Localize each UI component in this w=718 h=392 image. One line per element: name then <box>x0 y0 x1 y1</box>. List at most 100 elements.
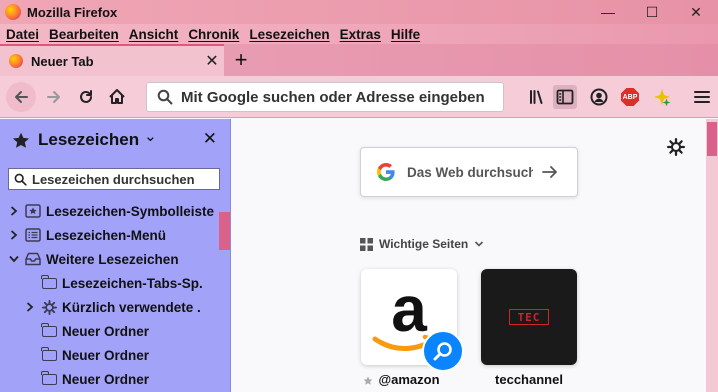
menu-lesezeichen[interactable]: Lesezeichen <box>249 27 329 42</box>
tree-item-neuer-ordner[interactable]: Neuer Ordner <box>0 367 218 391</box>
tree-item-label: Lesezeichen-Tabs-Sp. <box>62 275 203 291</box>
forward-arrow-icon <box>47 91 60 103</box>
chevron-down-icon[interactable] <box>8 253 20 265</box>
menu-ansicht[interactable]: Ansicht <box>129 27 179 42</box>
menu-datei[interactable]: Datei <box>6 27 39 42</box>
page-scrollbar-thumb[interactable] <box>707 122 717 156</box>
window-controls: — ☐ ✕ <box>586 0 718 24</box>
home-icon <box>109 89 125 104</box>
tree-item-weitere-lesezeichen[interactable]: Weitere Lesezeichen <box>0 247 218 271</box>
sidebar-title: Lesezeichen <box>38 130 140 149</box>
tree-item-neuer-ordner[interactable]: Neuer Ordner <box>0 343 218 367</box>
adblock-plus-icon: ABP <box>621 88 639 106</box>
firefox-favicon-icon <box>9 54 23 68</box>
library-button[interactable] <box>525 85 549 109</box>
title-bar: Mozilla Firefox — ☐ ✕ <box>0 0 718 24</box>
tree-item-neuer-ordner[interactable]: Neuer Ordner <box>0 319 218 343</box>
tree-item-lesezeichen-menu[interactable]: Lesezeichen-Menü <box>0 223 218 247</box>
tile-label-tecchannel: tecchannel <box>495 372 563 387</box>
chevron-right-icon[interactable] <box>24 301 36 313</box>
web-search-placeholder: Das Web durchsuchen <box>407 164 533 180</box>
tree-item-lesezeichen-symbolleiste[interactable]: Lesezeichen-Symbolleiste <box>0 199 218 223</box>
reload-icon <box>80 90 92 103</box>
url-bar[interactable]: Mit Google suchen oder Adresse eingeben <box>146 82 504 112</box>
tree-item-label: Neuer Ordner <box>62 347 150 363</box>
new-tab-button[interactable]: + <box>228 44 254 76</box>
tab-neuer-tab[interactable]: Neuer Tab ✕ <box>0 44 224 76</box>
star-icon <box>13 132 29 148</box>
close-tab-icon[interactable]: ✕ <box>200 51 224 71</box>
navigation-toolbar: Mit Google suchen oder Adresse eingeben … <box>0 76 718 118</box>
sidebar-scrollbar-thumb[interactable] <box>219 212 230 250</box>
bookmark-menu-icon <box>25 227 41 243</box>
svg-text:a: a <box>391 273 427 345</box>
sidebar-icon <box>556 89 574 105</box>
tree-item-label: Lesezeichen-Menü <box>46 227 167 243</box>
url-placeholder: Mit Google suchen oder Adresse eingeben <box>181 88 485 106</box>
sidebar-close-icon[interactable]: ✕ <box>203 129 217 149</box>
app-menu-button[interactable] <box>690 85 714 109</box>
sidebar-toggle-button[interactable] <box>553 85 577 109</box>
page-scrollbar[interactable] <box>706 119 718 392</box>
folder-icon <box>41 274 57 291</box>
firefox-logo-icon <box>5 4 21 20</box>
search-shortcut-badge <box>422 330 464 372</box>
search-icon <box>157 89 173 105</box>
library-icon <box>530 90 543 104</box>
tree-item-label: Kürzlich verwendete . <box>62 299 201 315</box>
personalize-button[interactable] <box>667 138 685 159</box>
google-icon <box>375 161 397 183</box>
arrow-right-icon[interactable] <box>541 164 559 180</box>
folder-icon <box>41 370 57 387</box>
bookmarks-search-placeholder: Lesezeichen durchsuchen <box>32 171 195 187</box>
folder-icon <box>41 322 57 339</box>
gear-icon <box>41 299 57 315</box>
grid-icon <box>360 237 373 251</box>
tecchannel-logo: TEC <box>509 309 549 325</box>
topsites-label: Wichtige Seiten <box>379 237 469 251</box>
tab-bar: Neuer Tab ✕ + <box>0 44 718 76</box>
tree-item-label: Weitere Lesezeichen <box>46 251 179 267</box>
bookmarks-tree: Lesezeichen-Symbolleiste Lesezeichen-Men… <box>0 199 218 391</box>
home-button[interactable] <box>103 83 131 111</box>
chevron-right-icon[interactable] <box>8 205 20 217</box>
window-title: Mozilla Firefox <box>27 4 118 20</box>
search-icon <box>433 342 452 361</box>
close-window-button[interactable]: ✕ <box>674 0 718 24</box>
account-icon <box>590 88 608 106</box>
chevron-down-icon <box>475 241 484 247</box>
tree-item-kuerzlich-verwendete[interactable]: Kürzlich verwendete . <box>0 295 218 319</box>
bookmarks-search-input[interactable]: Lesezeichen durchsuchen <box>8 168 220 190</box>
chevron-down-icon: ⌄ <box>144 128 157 145</box>
sparkle-extension-icon <box>654 89 671 106</box>
forward-button[interactable] <box>40 83 68 111</box>
sidebar-header[interactable]: Lesezeichen ⌄ ✕ <box>0 127 231 153</box>
topsite-tile-tecchannel[interactable]: TEC <box>481 269 577 365</box>
back-button[interactable] <box>6 82 36 112</box>
minimize-button[interactable]: — <box>586 0 630 24</box>
menu-hilfe[interactable]: Hilfe <box>391 27 420 42</box>
account-button[interactable] <box>587 85 611 109</box>
tab-label: Neuer Tab <box>31 53 94 69</box>
tree-item-label: Neuer Ordner <box>62 371 150 387</box>
other-bookmarks-icon <box>25 251 41 267</box>
tree-item-lesezeichen-tabs[interactable]: Lesezeichen-Tabs-Sp. <box>0 271 218 295</box>
back-arrow-icon <box>15 91 28 103</box>
menu-bearbeiten[interactable]: Bearbeiten <box>49 27 119 42</box>
topsites-header[interactable]: Wichtige Seiten <box>360 237 484 251</box>
extension-button[interactable] <box>650 85 674 109</box>
tile-label-amazon: @amazon <box>378 372 440 387</box>
bookmark-toolbar-icon <box>25 203 41 219</box>
chevron-right-icon[interactable] <box>8 229 20 241</box>
menu-chronik[interactable]: Chronik <box>188 27 239 42</box>
adblock-button[interactable]: ABP <box>618 85 642 109</box>
menu-extras[interactable]: Extras <box>340 27 381 42</box>
web-search-box[interactable]: Das Web durchsuchen <box>360 147 578 197</box>
new-tab-page: Das Web durchsuchen Wichtige Seiten a TE… <box>232 119 706 392</box>
reload-button[interactable] <box>72 83 100 111</box>
maximize-button[interactable]: ☐ <box>630 0 674 24</box>
folder-icon <box>41 346 57 363</box>
hamburger-menu-icon <box>694 91 710 103</box>
bookmarks-sidebar: Lesezeichen ⌄ ✕ Lesezeichen durchsuchen … <box>0 119 231 392</box>
tree-item-label: Neuer Ordner <box>62 323 150 339</box>
